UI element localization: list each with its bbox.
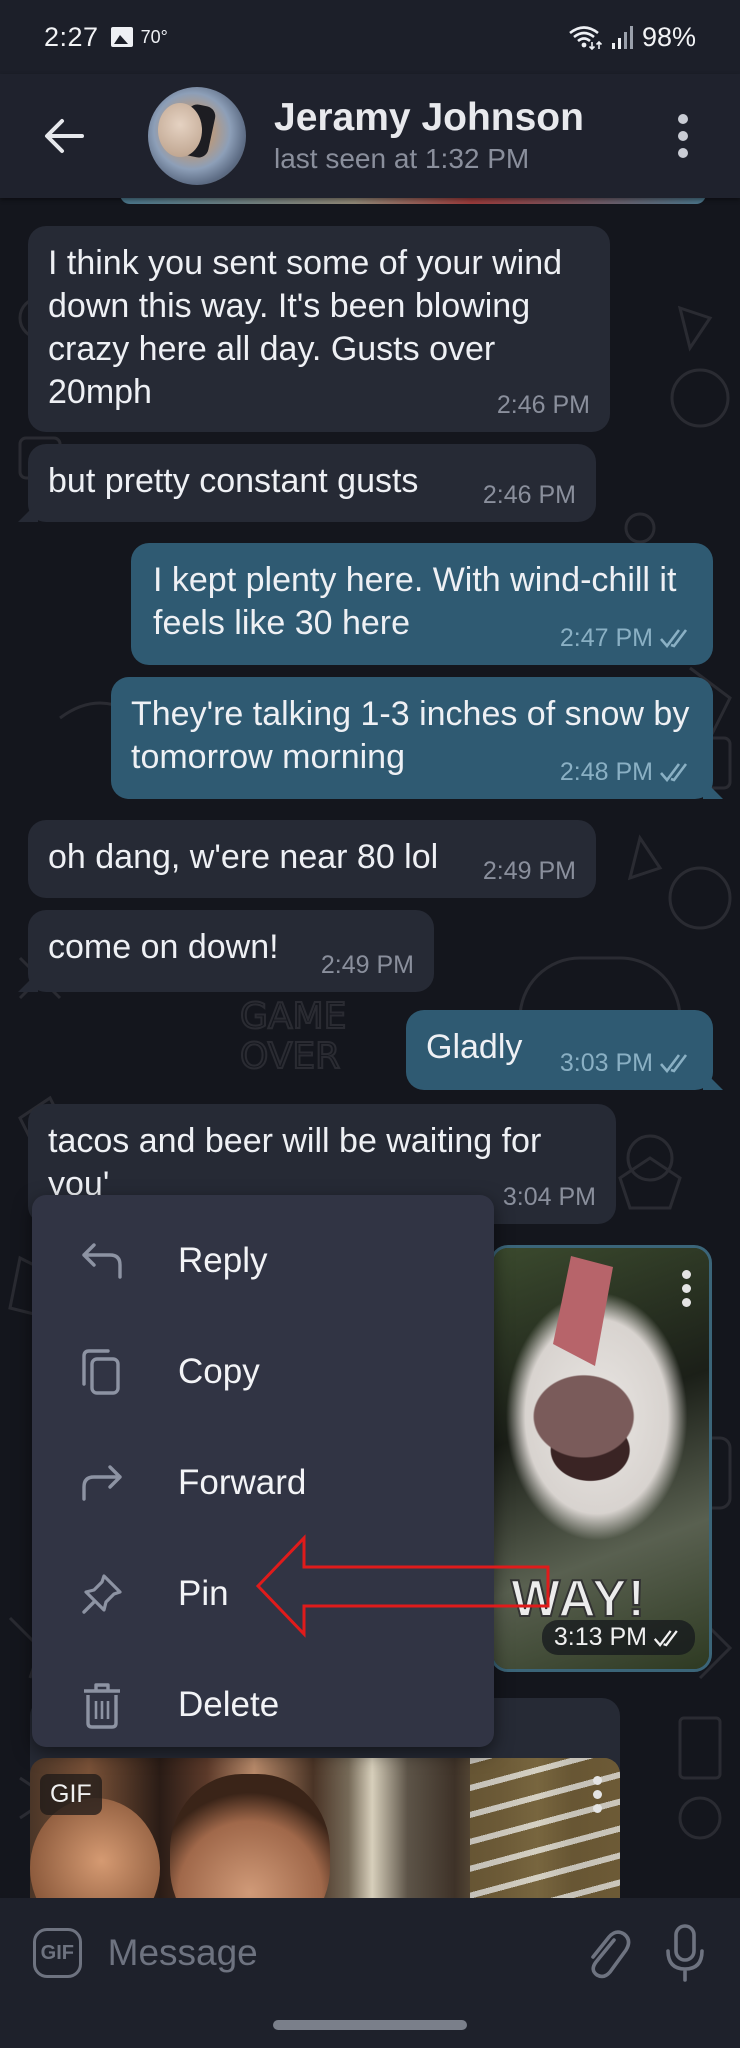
pin-icon — [80, 1572, 124, 1616]
status-bar: 2:27 70° 98% — [0, 0, 740, 74]
battery-level: 98% — [641, 21, 696, 52]
dot — [682, 1284, 691, 1293]
reply-icon — [80, 1239, 124, 1283]
menu-item-copy[interactable]: Copy — [32, 1316, 494, 1427]
dot — [682, 1298, 691, 1307]
media-menu-button[interactable] — [682, 1270, 691, 1307]
previous-media-edge — [120, 198, 706, 204]
message-bubble-incoming[interactable]: oh dang, w'ere near 80 lol 2:49 PM — [28, 820, 596, 898]
message-time: 2:49 PM — [482, 857, 576, 885]
message-time: 2:46 PM — [482, 481, 576, 509]
paperclip-icon — [591, 1930, 631, 1979]
message-text: but pretty constant gusts — [48, 462, 419, 500]
dot — [593, 1790, 602, 1799]
message-bubble-outgoing[interactable]: Gladly 3:03 PM — [406, 1010, 723, 1090]
home-gesture-handle[interactable] — [273, 2020, 467, 2030]
menu-item-label: Delete — [178, 1684, 280, 1724]
media-menu-button[interactable] — [593, 1776, 602, 1813]
message-time: 3:03 PM — [560, 1048, 693, 1078]
forward-icon — [80, 1461, 124, 1505]
gif-button[interactable]: GIF — [33, 1928, 82, 1978]
more-vertical-icon — [682, 1270, 691, 1279]
menu-item-label: Pin — [178, 1573, 229, 1613]
message-time-text: 3:03 PM — [559, 1049, 653, 1077]
dot — [593, 1804, 602, 1813]
arrow-left-icon — [45, 119, 84, 153]
menu-item-forward[interactable]: Forward — [32, 1427, 494, 1538]
status-indicators: 98% — [568, 22, 696, 53]
message-text: oh dang, w'ere near 80 lol — [48, 838, 439, 876]
chat-header: Jeramy Johnson last seen at 1:32 PM — [0, 74, 740, 198]
back-button[interactable] — [24, 96, 104, 176]
attach-button[interactable] — [584, 1923, 633, 1983]
message-time: 2:49 PM — [320, 951, 414, 979]
dot — [678, 131, 688, 141]
message-text: Gladly — [426, 1028, 523, 1066]
message-time: 2:47 PM — [560, 623, 693, 653]
svg-text:GAME: GAME — [240, 996, 346, 1037]
microphone-icon — [666, 1924, 705, 1982]
gif-badge: GIF — [40, 1774, 102, 1815]
voice-record-button[interactable] — [661, 1918, 710, 1988]
message-time: 2:48 PM — [560, 757, 693, 787]
dot — [678, 148, 688, 158]
wifi-icon — [569, 26, 603, 50]
double-check-icon — [660, 763, 688, 782]
menu-item-delete[interactable]: Delete — [32, 1649, 494, 1760]
message-input[interactable] — [107, 1932, 584, 1974]
menu-item-label: Copy — [178, 1351, 260, 1391]
more-options-button[interactable] — [668, 96, 698, 176]
status-temperature: 70° — [140, 26, 168, 47]
double-check-icon — [660, 629, 688, 648]
media-time-text: 3:13 PM — [553, 1623, 647, 1651]
contact-info[interactable]: Jeramy Johnson last seen at 1:32 PM — [274, 95, 584, 177]
message-bubble-outgoing[interactable]: They're talking 1-3 inches of snow by to… — [111, 677, 723, 799]
gif-message-incoming[interactable]: GIF — [30, 1758, 620, 1898]
more-vertical-icon — [678, 114, 688, 124]
more-vertical-icon — [593, 1776, 602, 1785]
double-check-icon — [660, 1054, 688, 1073]
trash-icon — [80, 1682, 124, 1729]
status-time: 2:27 — [44, 21, 99, 52]
message-time-text: 2:48 PM — [559, 758, 653, 786]
copy-icon — [80, 1348, 124, 1395]
menu-item-label: Forward — [178, 1462, 307, 1502]
last-seen-status: last seen at 1:32 PM — [274, 143, 530, 174]
contact-avatar[interactable] — [148, 87, 246, 185]
signal-icon — [611, 26, 633, 49]
message-input-bar: GIF — [0, 1898, 740, 2008]
message-bubble-outgoing[interactable]: I kept plenty here. With wind-chill it f… — [131, 543, 713, 665]
message-time-text: 2:47 PM — [559, 624, 653, 652]
menu-item-label: Reply — [178, 1240, 268, 1280]
message-context-menu: Reply Copy Forward Pin Delete — [32, 1195, 494, 1747]
svg-text:OVER: OVER — [240, 1036, 340, 1077]
annotation-arrow-pointing-to-pin — [255, 1534, 550, 1638]
gallery-notification-icon — [110, 27, 133, 47]
menu-item-reply[interactable]: Reply — [32, 1205, 494, 1316]
message-time: 2:46 PM — [496, 391, 590, 419]
message-text: come on down! — [48, 928, 279, 966]
message-bubble-incoming[interactable]: but pretty constant gusts 2:46 PM — [18, 444, 596, 522]
gif-thumbnail-person — [170, 1774, 330, 1898]
message-bubble-incoming[interactable]: I think you sent some of your wind down … — [28, 226, 610, 432]
double-check-icon — [653, 1629, 678, 1647]
message-time: 3:04 PM — [502, 1183, 596, 1211]
message-text: I think you sent some of your wind down … — [48, 244, 563, 411]
message-bubble-incoming[interactable]: come on down! 2:49 PM — [18, 910, 434, 992]
contact-name: Jeramy Johnson — [274, 96, 584, 139]
media-timestamp: 3:13 PM — [541, 1620, 695, 1655]
